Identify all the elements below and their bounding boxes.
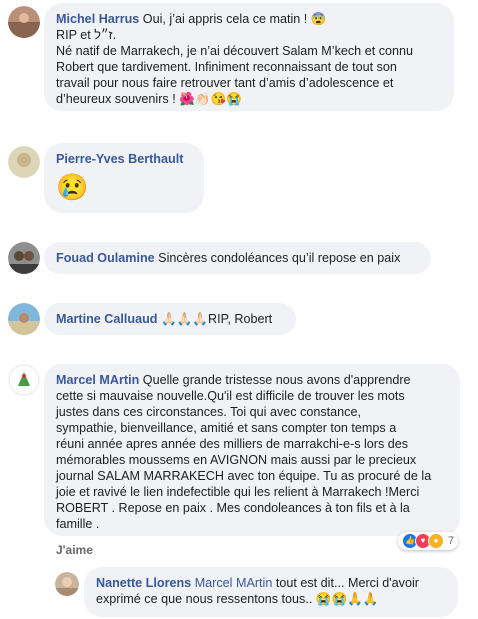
comment-text: Né natif de Marrakech, je n’ai découvert… (56, 44, 414, 58)
avatar[interactable] (8, 364, 40, 396)
comment-text: sympathie, bienveillance, amitié et sans… (56, 421, 397, 435)
comment-text: Robert que tardivement. Infiniment recon… (56, 60, 397, 74)
commenter-name[interactable]: Marcel MArtin (56, 373, 139, 387)
comment-bubble: Martine Calluaud 🙏🏻🙏🏻🙏🏻RIP, Robert (44, 303, 296, 335)
comment-text: justes dans ces circonstances. Toi qui a… (56, 405, 361, 419)
comment-text: Oui, j’ai appris cela ce matin ! 😨 (142, 12, 327, 26)
comment-text: famille . (56, 517, 100, 531)
comment-text: mémorables moussems en AVIGNON mais auss… (56, 453, 417, 467)
reaction-summary[interactable]: 👍 ♥ ● 7 (398, 532, 459, 550)
comment-text: RIP et ז״ל. (56, 28, 117, 42)
comment-text: joie et ravivé le lien indefectible qui … (56, 485, 420, 499)
comment-bubble: Michel Harrus Oui, j’ai appris cela ce m… (44, 3, 454, 111)
comment-text: journal SALAM MARRAKECH avec ton équipe.… (56, 469, 432, 483)
comment-text: Quelle grande tristesse nous avons d'app… (142, 373, 411, 387)
comment-text: ROBERT . Repose en paix . Mes condoleanc… (56, 501, 410, 515)
comment-text: d’heureux souvenirs ! 🌺👏🏻😘😭 (56, 92, 242, 106)
commenter-name[interactable]: Pierre-Yves Berthault (56, 152, 183, 166)
reaction-count: 7 (448, 535, 455, 547)
crying-face-icon: 😢 (56, 172, 89, 202)
comment-text: exprimé ce que nous ressentons tous.. 😭😭… (96, 592, 379, 606)
avatar[interactable] (8, 6, 40, 38)
comment-bubble: Fouad Oulamine Sincères condoléances qu’… (44, 242, 431, 274)
avatar[interactable] (8, 146, 40, 178)
avatar[interactable] (55, 572, 79, 596)
comment-text: travail pour nous faire retrouver tant d… (56, 76, 394, 90)
comment-text: 🙏🏻🙏🏻🙏🏻RIP, Robert (160, 312, 273, 326)
mention-link[interactable]: Marcel MArtin (195, 576, 273, 590)
commenter-name[interactable]: Nanette Llorens (96, 576, 191, 590)
commenter-name[interactable]: Fouad Oulamine (56, 251, 155, 265)
avatar[interactable] (8, 242, 40, 274)
avatar[interactable] (8, 303, 40, 335)
comment-bubble: Pierre-Yves Berthault 😢 (44, 143, 204, 213)
comment-text: tout est dit... Merci d'avoir (275, 576, 419, 590)
comment-text: Sincères condoléances qu’il repose en pa… (158, 251, 401, 265)
commenter-name[interactable]: Martine Calluaud (56, 312, 157, 326)
commenter-name[interactable]: Michel Harrus (56, 12, 139, 26)
comment-bubble: Nanette Llorens Marcel MArtin tout est d… (84, 567, 458, 617)
comment-bubble: Marcel MArtin Quelle grande tristesse no… (44, 364, 460, 536)
sad-reaction-icon: ● (428, 533, 444, 549)
comment-text: réuni année apres année des milliers de … (56, 437, 409, 451)
comment-text: cette si mauvaise nouvelle.Qu'il est dif… (56, 389, 405, 403)
like-button[interactable]: J'aime (56, 543, 93, 557)
